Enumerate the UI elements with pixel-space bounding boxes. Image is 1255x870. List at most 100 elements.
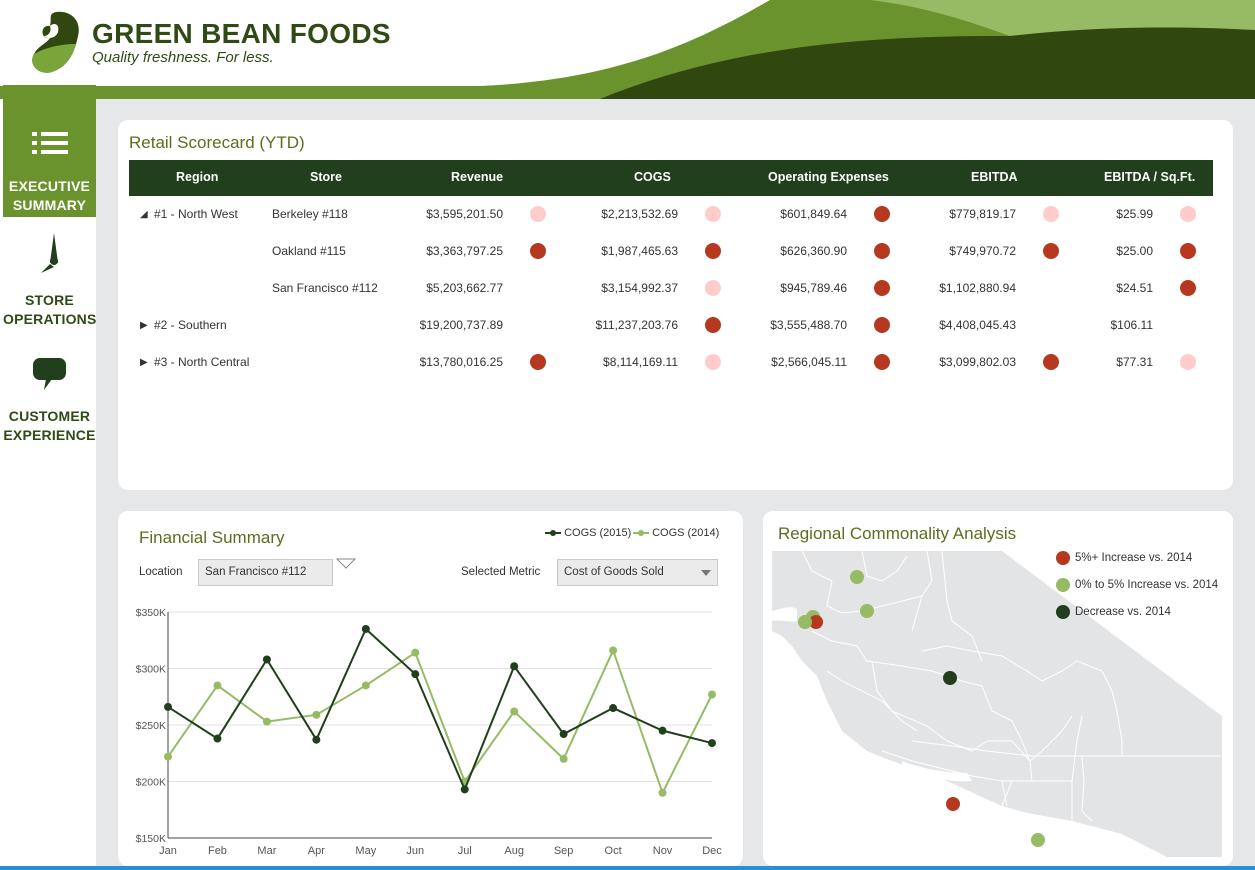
opex-cell: $3,555,488.70 — [770, 318, 847, 332]
y-tick-label: $300K — [136, 664, 166, 676]
store-cell: Berkeley #118 — [272, 207, 348, 221]
data-point[interactable] — [708, 690, 716, 699]
map-land — [772, 551, 1222, 857]
sidebar-item-customer-experience[interactable]: CUSTOMER EXPERIENCE — [3, 357, 96, 447]
column-header-ebitda-per-sqft[interactable]: EBITDA / Sq.Ft. — [1104, 170, 1195, 184]
label-line-1: EXECUTIVE — [8, 178, 91, 194]
california-map — [772, 551, 1222, 857]
map-marker-stockton-area[interactable] — [860, 604, 874, 618]
regional-analysis-title: Regional Commonality Analysis — [778, 524, 1017, 543]
sidebar-item-executive-summary[interactable]: EXECUTIVE SUMMARY — [3, 85, 96, 217]
expand-triangle-icon[interactable]: ▶ — [140, 357, 148, 368]
data-point[interactable] — [510, 662, 519, 671]
data-point[interactable] — [361, 624, 370, 633]
x-tick-label: Apr — [308, 845, 325, 857]
y-tick-label: $250K — [136, 720, 166, 732]
data-point[interactable] — [262, 717, 271, 726]
map-marker-santa-barbara-area[interactable] — [946, 797, 960, 811]
legend-label: COGS (2015) — [564, 527, 632, 539]
revenue-cell: $5,203,662.77 — [426, 281, 503, 295]
sidebar: EXECUTIVE SUMMARY STORE OPERATIONS CUSTO… — [3, 85, 96, 866]
region-cell[interactable]: #2 - Southern — [154, 318, 227, 332]
region-cell[interactable]: #3 - North Central — [154, 355, 249, 369]
map-legend-label: 0% to 5% Increase vs. 2014 — [1075, 579, 1219, 591]
data-point[interactable] — [411, 648, 420, 657]
sidebar-item-label: STORE OPERATIONS — [3, 291, 96, 329]
status-indicator-red — [1180, 243, 1196, 259]
scorecard-title: Retail Scorecard (YTD) — [129, 133, 305, 152]
data-point[interactable] — [312, 710, 321, 719]
map-legend-label: 5%+ Increase vs. 2014 — [1075, 552, 1193, 564]
data-point[interactable] — [164, 752, 172, 761]
y-tick-label: $350K — [136, 607, 166, 619]
map-marker-fresno-area[interactable] — [943, 671, 957, 685]
data-point[interactable] — [164, 702, 172, 711]
y-tick-label: $200K — [136, 777, 166, 789]
data-point[interactable] — [262, 655, 271, 664]
legend-dot-icon — [1056, 605, 1070, 619]
ebitda-sqft-cell: $77.31 — [1116, 355, 1153, 369]
x-tick-label: Oct — [605, 845, 622, 857]
column-header-revenue[interactable]: Revenue — [451, 170, 503, 184]
x-tick-label: Feb — [208, 845, 227, 857]
x-tick-label: Jul — [458, 845, 472, 857]
label-line-2: SUMMARY — [12, 197, 87, 213]
column-header-ebitda[interactable]: EBITDA — [971, 170, 1018, 184]
selected-metric-value: Cost of Goods Sold — [564, 566, 664, 578]
legend-line-marker-icon — [633, 530, 649, 537]
cogs-cell: $8,114,169.11 — [603, 355, 678, 369]
brand-name: GREEN BEAN FOODS — [92, 18, 391, 49]
location-select[interactable]: San Francisco #112 — [198, 559, 333, 586]
location-dropdown-icon[interactable] — [336, 558, 356, 570]
opex-cell: $2,566,045.11 — [771, 355, 847, 369]
data-point[interactable] — [609, 704, 618, 713]
data-point[interactable] — [213, 734, 222, 743]
sidebar-item-label: CUSTOMER EXPERIENCE — [3, 407, 96, 445]
expand-triangle-icon[interactable]: ▶ — [140, 320, 148, 331]
collapse-triangle-icon[interactable]: ◢ — [140, 209, 148, 220]
selected-metric-label: Selected Metric — [461, 566, 541, 578]
map-marker-san-francisco[interactable] — [798, 615, 812, 629]
revenue-cell: $3,363,797.25 — [426, 244, 503, 258]
dashboard: GREEN BEAN FOODS Quality freshness. For … — [0, 0, 1255, 870]
data-point[interactable] — [510, 707, 519, 716]
bottom-bar — [0, 866, 1255, 870]
x-tick-label: May — [355, 845, 376, 857]
sidebar-item-store-operations[interactable]: STORE OPERATIONS — [3, 231, 96, 331]
x-tick-label: Jun — [406, 845, 424, 857]
legend-dot-icon — [1056, 551, 1070, 565]
label-line-2: EXPERIENCE — [3, 427, 96, 443]
location-select-value: San Francisco #112 — [205, 566, 307, 578]
data-point[interactable] — [213, 681, 222, 690]
x-tick-label: Dec — [702, 845, 722, 857]
map-marker-sacramento-area[interactable] — [850, 570, 864, 584]
column-header-operating-expenses[interactable]: Operating Expenses — [768, 170, 889, 184]
brand-tagline: Quality freshness. For less. — [92, 49, 274, 66]
data-point[interactable] — [658, 726, 667, 735]
data-point[interactable] — [361, 681, 370, 690]
selected-metric-select[interactable]: Cost of Goods Sold — [557, 559, 718, 586]
data-point[interactable] — [559, 754, 568, 763]
header: GREEN BEAN FOODS Quality freshness. For … — [0, 0, 1255, 99]
data-point[interactable] — [609, 646, 618, 655]
data-point[interactable] — [559, 730, 568, 739]
store-cell: San Francisco #112 — [272, 281, 378, 295]
column-header-region[interactable]: Region — [176, 170, 218, 184]
region-cell[interactable]: #1 - North West — [154, 207, 238, 221]
cogs-cell: $2,213,532.69 — [601, 207, 678, 221]
data-point[interactable] — [411, 670, 420, 679]
ebitda-cell: $749,970.72 — [949, 244, 1016, 258]
map-marker-los-angeles-area[interactable] — [1031, 833, 1045, 847]
cogs-cell: $11,237,203.76 — [595, 318, 678, 332]
map-legend-label: Decrease vs. 2014 — [1075, 606, 1171, 618]
legend-dot-icon — [1056, 578, 1070, 592]
column-header-store[interactable]: Store — [310, 170, 342, 184]
legend-item-cogs-2015: COGS (2015) — [545, 527, 631, 539]
revenue-cell: $3,595,201.50 — [426, 207, 503, 221]
data-point[interactable] — [312, 735, 321, 744]
data-point[interactable] — [658, 788, 667, 797]
data-point[interactable] — [708, 739, 716, 748]
data-point[interactable] — [460, 785, 469, 794]
y-tick-label: $150K — [136, 833, 166, 845]
column-header-cogs[interactable]: COGS — [634, 170, 671, 184]
